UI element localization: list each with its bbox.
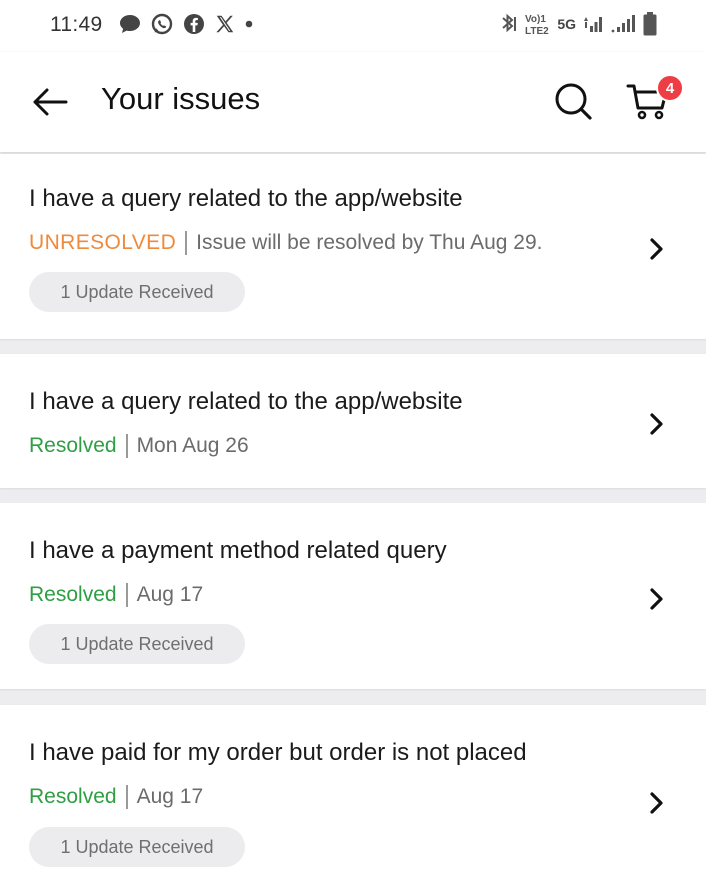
issue-status-detail: Issue will be resolved by Thu Aug 29. (196, 231, 543, 254)
message-icon (118, 12, 142, 36)
issue-status-detail: Aug 17 (136, 583, 204, 606)
status-badge: Resolved (29, 785, 117, 808)
network-type-label: 5G (557, 16, 576, 32)
signal-icon (610, 13, 636, 35)
chevron-right-icon (650, 792, 663, 814)
dot-icon (244, 19, 254, 29)
app-bar: Your issues (0, 52, 706, 152)
issue-title: I have paid for my order but order is no… (29, 739, 527, 766)
issue-card[interactable]: I have a payment method related query Re… (0, 503, 706, 689)
svg-text:LTE2: LTE2 (525, 26, 549, 37)
issue-title: I have a query related to the app/websit… (29, 185, 463, 212)
issue-title: I have a query related to the app/websit… (29, 388, 463, 415)
divider (125, 785, 128, 809)
status-time: 11:49 (50, 13, 103, 36)
divider (185, 231, 188, 255)
volte-icon: Vo)1 LTE2 (523, 11, 551, 37)
divider (125, 434, 128, 458)
notification-icons (118, 12, 254, 36)
facebook-icon (182, 12, 206, 36)
issue-status-line: UNRESOLVED Issue will be resolved by Thu… (29, 231, 542, 255)
page-title: Your issues (101, 81, 261, 116)
issue-card[interactable]: I have paid for my order but order is no… (0, 705, 706, 880)
battery-icon (642, 11, 658, 37)
issue-title: I have a payment method related query (29, 537, 447, 564)
issue-status-detail: Aug 17 (136, 785, 204, 808)
divider (125, 583, 128, 607)
update-received-pill: 1 Update Received (29, 624, 245, 664)
status-badge: Resolved (29, 434, 117, 457)
update-received-pill: 1 Update Received (29, 827, 245, 867)
issue-status-line: Resolved Mon Aug 26 (29, 434, 249, 458)
chevron-right-icon (650, 413, 663, 435)
issue-status-line: Resolved Aug 17 (29, 583, 203, 607)
system-icons: Vo)1 LTE2 5G (499, 11, 658, 37)
status-badge: UNRESOLVED (29, 231, 177, 254)
arrow-left-icon (33, 88, 68, 116)
bluetooth-icon (499, 11, 517, 37)
issue-card[interactable]: I have a query related to the app/websit… (0, 154, 706, 339)
chevron-right-icon (650, 238, 663, 260)
issue-card[interactable]: I have a query related to the app/websit… (0, 354, 706, 488)
x-icon (214, 13, 236, 35)
back-button[interactable] (28, 82, 72, 122)
whatsapp-icon (150, 12, 174, 36)
status-badge: Resolved (29, 583, 117, 606)
search-button[interactable] (553, 81, 593, 121)
issue-status-line: Resolved Aug 17 (29, 785, 203, 809)
cart-count-badge: 4 (656, 74, 684, 102)
signal-icon (582, 13, 604, 35)
chevron-right-icon (650, 588, 663, 610)
status-bar: 11:49 Vo)1 LTE2 5G (0, 0, 706, 52)
svg-text:Vo)1: Vo)1 (525, 14, 546, 25)
issue-status-detail: Mon Aug 26 (136, 434, 249, 457)
update-received-pill: 1 Update Received (29, 272, 245, 312)
search-icon (555, 83, 592, 120)
